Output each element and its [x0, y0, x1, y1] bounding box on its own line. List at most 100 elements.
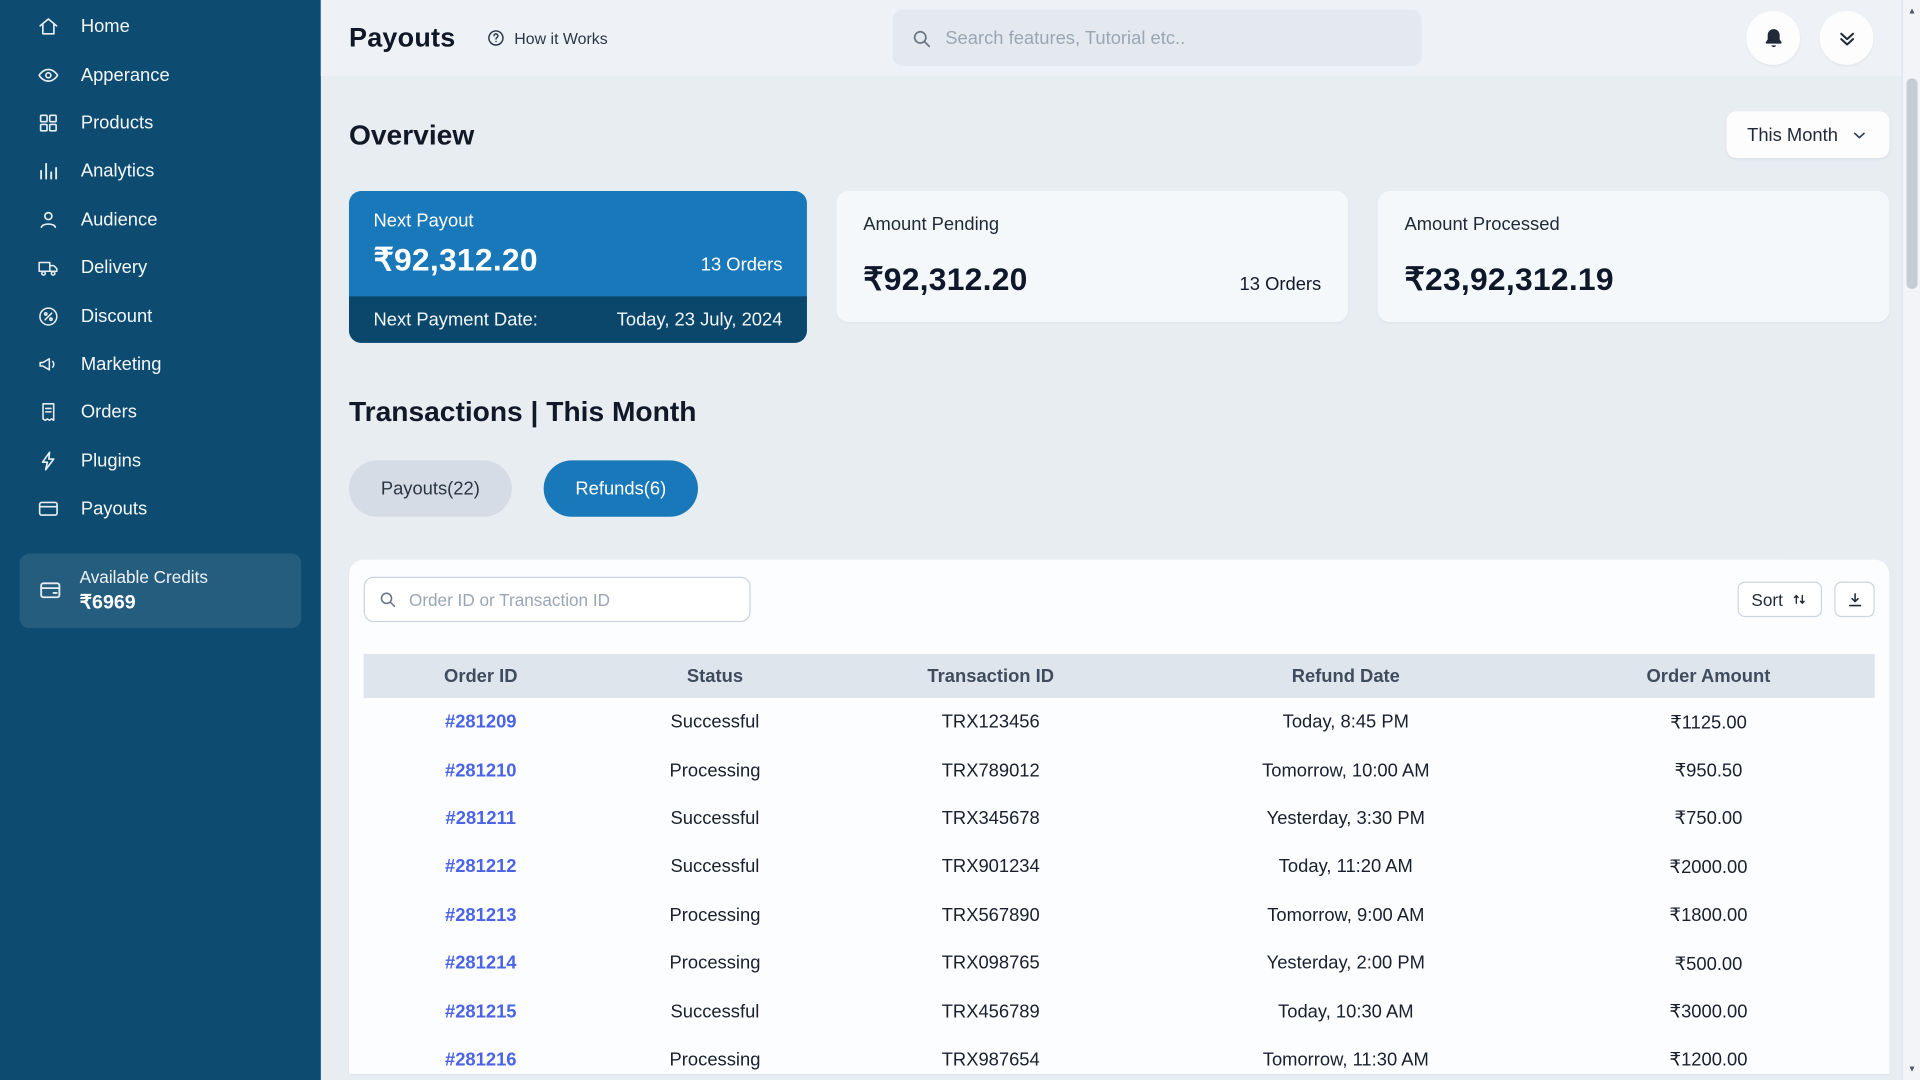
order-id-link[interactable]: #281214 — [364, 953, 598, 974]
order-id-link[interactable]: #281209 — [364, 712, 598, 733]
sidebar-item-orders[interactable]: Orders — [0, 388, 321, 436]
column-header: Order ID — [364, 666, 598, 687]
period-selector[interactable]: This Month — [1726, 111, 1889, 158]
card-amount: ₹92,312.20 — [863, 261, 1027, 299]
transactions-tabs: Payouts(22) Refunds(6) — [349, 460, 1889, 516]
order-id-link[interactable]: #281212 — [364, 856, 598, 877]
table-cell: ₹1125.00 — [1542, 711, 1874, 733]
delivery-icon — [37, 256, 60, 279]
sidebar-item-label: Analytics — [81, 161, 155, 182]
tab-payouts[interactable]: Payouts(22) — [349, 460, 512, 516]
header-actions — [1746, 11, 1873, 65]
sidebar-item-audience[interactable]: Audience — [0, 195, 321, 243]
question-circle-icon — [486, 28, 506, 48]
table-cell: TRX987654 — [832, 1049, 1149, 1070]
table-cell: Processing — [598, 953, 832, 974]
card-title: Amount Pending — [863, 214, 1321, 235]
scroll-thumb[interactable] — [1907, 78, 1918, 289]
sidebar-item-payouts[interactable]: Payouts — [0, 485, 321, 533]
sidebar-item-apperance[interactable]: Apperance — [0, 51, 321, 99]
table-cell: TRX123456 — [832, 712, 1149, 733]
table-cell: TRX901234 — [832, 856, 1149, 877]
collapse-header-button[interactable] — [1820, 11, 1874, 65]
content-area: Overview This Month Next Payout ₹92,312.… — [321, 76, 1920, 1080]
sidebar-item-home[interactable]: Home — [0, 2, 321, 50]
sidebar-item-plugins[interactable]: Plugins — [0, 437, 321, 485]
tab-refunds[interactable]: Refunds(6) — [544, 460, 699, 516]
table-cell: Processing — [598, 760, 832, 781]
sort-label: Sort — [1751, 590, 1782, 610]
scroll-up-arrow[interactable]: ▲ — [1903, 2, 1920, 19]
table-body: #281209SuccessfulTRX123456Today, 8:45 PM… — [364, 698, 1875, 1080]
table-cell: Processing — [598, 1049, 832, 1070]
scrollbar[interactable]: ▲ ▼ — [1902, 0, 1920, 1080]
search-icon — [910, 26, 933, 49]
table-row: #281215SuccessfulTRX456789Today, 10:30 A… — [364, 987, 1875, 1035]
table-cell: Successful — [598, 712, 832, 733]
table-row: #281211SuccessfulTRX345678Yesterday, 3:3… — [364, 794, 1875, 842]
download-button[interactable] — [1834, 582, 1874, 618]
available-credits-card[interactable]: Available Credits ₹6969 — [20, 554, 302, 629]
sidebar-item-label: Plugins — [81, 450, 141, 471]
table-cell: Yesterday, 3:30 PM — [1149, 808, 1542, 829]
table-cell: ₹950.50 — [1542, 759, 1874, 781]
payouts-icon — [37, 497, 60, 520]
appearance-icon — [37, 63, 60, 86]
sidebar-item-products[interactable]: Products — [0, 99, 321, 147]
orders-icon — [37, 401, 60, 424]
card-amount: ₹92,312.20 — [373, 241, 537, 279]
card-orders-badge: 13 Orders — [701, 255, 783, 279]
order-id-link[interactable]: #281216 — [364, 1049, 598, 1070]
transactions-title: Transactions | This Month — [349, 396, 1889, 429]
table-toolbar: Sort — [364, 577, 1875, 622]
table-row: #281216ProcessingTRX987654Tomorrow, 11:3… — [364, 1036, 1875, 1080]
order-search-input[interactable] — [409, 590, 737, 610]
chevron-down-icon — [1850, 126, 1868, 144]
column-header: Transaction ID — [832, 666, 1149, 687]
table-cell: Successful — [598, 856, 832, 877]
scroll-down-arrow[interactable]: ▼ — [1903, 1060, 1920, 1077]
column-header: Order Amount — [1542, 666, 1874, 687]
table-cell: TRX345678 — [832, 808, 1149, 829]
order-id-link[interactable]: #281210 — [364, 760, 598, 781]
plugins-icon — [37, 449, 60, 472]
table-header-row: Order ID Status Transaction ID Refund Da… — [364, 654, 1875, 698]
table-cell: TRX789012 — [832, 760, 1149, 781]
credit-card-icon — [38, 578, 64, 604]
order-id-link[interactable]: #281211 — [364, 808, 598, 829]
sidebar-item-delivery[interactable]: Delivery — [0, 244, 321, 292]
table-cell: TRX456789 — [832, 1001, 1149, 1022]
sidebar-item-label: Products — [81, 113, 153, 134]
how-it-works-link[interactable]: How it Works — [486, 28, 608, 48]
top-header: Payouts How it Works — [321, 0, 1920, 76]
table-cell: Processing — [598, 905, 832, 926]
global-search[interactable] — [893, 10, 1422, 66]
search-icon — [377, 589, 398, 610]
notifications-button[interactable] — [1746, 11, 1800, 65]
order-id-link[interactable]: #281215 — [364, 1001, 598, 1022]
page-title: Payouts — [349, 22, 456, 54]
period-selector-value: This Month — [1747, 124, 1838, 145]
sidebar-item-label: Payouts — [81, 498, 147, 519]
table-cell: Today, 8:45 PM — [1149, 712, 1542, 733]
sidebar-nav: HomeApperance Products Analytics AudienceDe… — [0, 0, 321, 533]
next-payment-label: Next Payment Date: — [373, 309, 537, 330]
table-cell: TRX098765 — [832, 953, 1149, 974]
sidebar-item-label: Marketing — [81, 354, 162, 375]
table-cell: ₹3000.00 — [1542, 1000, 1874, 1022]
order-search[interactable] — [364, 577, 751, 622]
table-cell: Tomorrow, 9:00 AM — [1149, 905, 1542, 926]
how-it-works-label: How it Works — [514, 29, 607, 47]
sidebar-item-discount[interactable]: Discount — [0, 292, 321, 340]
sidebar-item-analytics[interactable]: Analytics — [0, 147, 321, 195]
sidebar: HomeApperance Products Analytics AudienceDe… — [0, 0, 321, 1080]
order-id-link[interactable]: #281213 — [364, 905, 598, 926]
home-icon — [37, 15, 60, 38]
audience-icon — [37, 208, 60, 231]
sort-button[interactable]: Sort — [1738, 582, 1822, 618]
transactions-table-card: Sort Order ID Status Transaction ID Refu… — [349, 560, 1889, 1074]
table-cell: Yesterday, 2:00 PM — [1149, 953, 1542, 974]
global-search-input[interactable] — [945, 28, 1404, 49]
sidebar-item-marketing[interactable]: Marketing — [0, 340, 321, 388]
main-area: Payouts How it Works Overview — [321, 0, 1920, 1080]
